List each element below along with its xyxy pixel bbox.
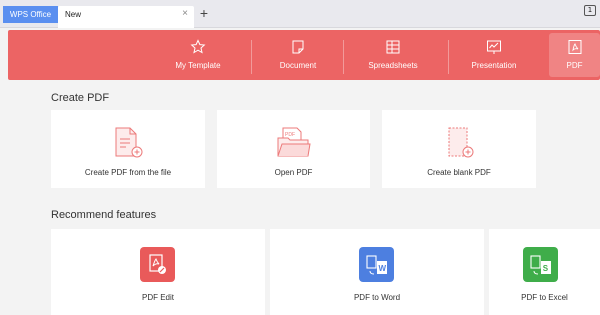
tab-presentation[interactable]: Presentation xyxy=(454,30,534,80)
card-label: PDF Edit xyxy=(141,293,174,302)
tab-pdf[interactable]: PDF xyxy=(549,33,600,77)
card-open-pdf[interactable]: PDF Open PDF xyxy=(217,110,370,188)
card-label: PDF to Word xyxy=(353,293,401,302)
document-icon xyxy=(292,40,304,54)
divider xyxy=(343,40,344,74)
presentation-icon xyxy=(487,40,501,54)
tab-spreadsheets[interactable]: Spreadsheets xyxy=(353,30,433,80)
card-label: PDF to Excel xyxy=(521,293,568,302)
svg-text:S: S xyxy=(543,264,549,273)
card-create-blank-pdf[interactable]: Create blank PDF xyxy=(382,110,536,188)
tab-label: Spreadsheets xyxy=(368,61,418,70)
window-count-badge[interactable]: 1 xyxy=(584,5,596,16)
divider xyxy=(251,40,252,74)
card-pdf-to-word[interactable]: W PDF to Word xyxy=(270,229,484,315)
tab-wps-office[interactable]: WPS Office xyxy=(3,6,58,23)
file-add-icon xyxy=(115,127,143,158)
svg-text:W: W xyxy=(379,264,387,273)
tab-document[interactable]: Document xyxy=(258,30,338,80)
blank-page-add-icon xyxy=(448,127,474,158)
pdf-edit-icon xyxy=(140,247,175,282)
tab-label: My Template xyxy=(175,61,221,70)
tab-bar: WPS Office New × + 1 xyxy=(0,0,600,28)
card-label: Create blank PDF xyxy=(427,168,491,177)
card-label: Open PDF xyxy=(274,168,313,177)
add-tab-icon[interactable]: + xyxy=(198,5,210,21)
folder-pdf-icon: PDF xyxy=(277,127,311,157)
tab-label: Presentation xyxy=(471,61,517,70)
card-label: Create PDF from the file xyxy=(84,168,172,177)
section-title-create-pdf: Create PDF xyxy=(51,92,110,104)
svg-text:PDF: PDF xyxy=(285,132,295,138)
star-icon xyxy=(190,39,206,54)
card-create-pdf-from-file[interactable]: Create PDF from the file xyxy=(51,110,205,188)
tab-label: PDF xyxy=(566,61,583,70)
section-title-recommend-features: Recommend features xyxy=(51,209,157,221)
divider xyxy=(448,40,449,74)
pdf-to-word-icon: W xyxy=(359,247,394,282)
pdf-to-excel-icon: S xyxy=(523,247,558,282)
tab-my-template[interactable]: My Template xyxy=(148,30,248,80)
card-pdf-edit[interactable]: PDF Edit xyxy=(51,229,265,315)
tab-new[interactable]: New xyxy=(58,6,194,28)
close-icon[interactable]: × xyxy=(179,7,191,21)
spreadsheet-icon xyxy=(386,40,400,54)
card-pdf-to-excel[interactable]: S PDF to Excel xyxy=(489,229,600,315)
tab-label: Document xyxy=(279,61,317,70)
category-header: My Template Document Spreadsheets Presen… xyxy=(8,30,600,80)
pdf-icon xyxy=(568,40,581,54)
